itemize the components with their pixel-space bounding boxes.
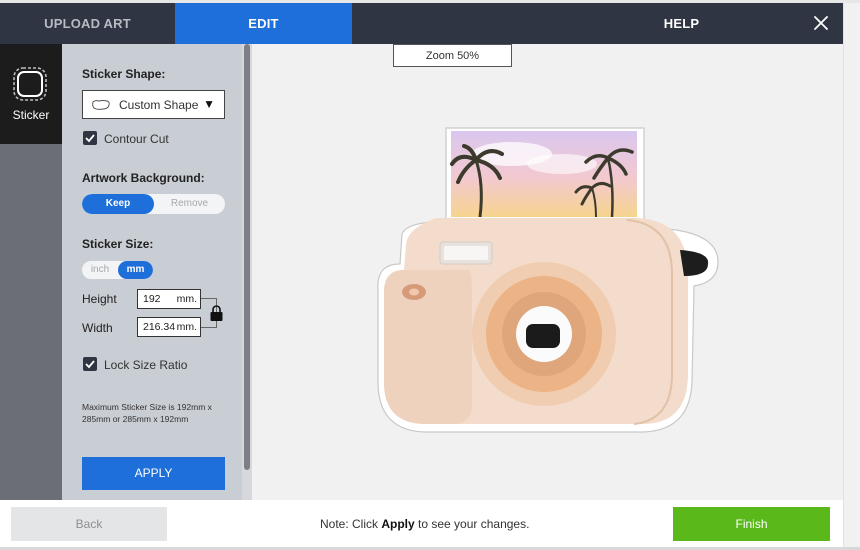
contour-cut-label: Contour Cut [104, 132, 169, 146]
sticker-shape-select[interactable]: Custom Shape ▼ [82, 90, 225, 119]
rail-item-sticker[interactable]: Sticker [0, 44, 62, 144]
width-input[interactable]: 216.34 mm. [137, 317, 201, 337]
tab-edit[interactable]: EDIT [175, 3, 352, 44]
unit-toggle: inch mm [82, 261, 153, 279]
sticker-outline-icon [13, 67, 47, 101]
tab-upload-art[interactable]: UPLOAD ART [0, 3, 175, 44]
background-option-remove[interactable]: Remove [154, 194, 225, 214]
width-value: 216.34 [143, 321, 176, 333]
width-unit: mm. [176, 321, 197, 333]
background-toggle: Keep Remove [82, 194, 225, 214]
height-input[interactable]: 192 mm. [137, 289, 201, 309]
unit-option-mm[interactable]: mm [118, 261, 153, 279]
finish-button[interactable]: Finish [673, 507, 830, 541]
window-scrollbar[interactable] [843, 3, 860, 550]
checkmark-icon [85, 360, 95, 369]
zoom-indicator[interactable]: Zoom 50% [393, 44, 512, 67]
instant-camera-sticker-image[interactable] [372, 124, 722, 436]
lock-size-ratio-label: Lock Size Ratio [104, 358, 188, 372]
note-suffix: to see your changes. [414, 517, 530, 531]
height-label: Height [82, 292, 117, 306]
tab-help[interactable]: HELP [520, 3, 843, 44]
lock-size-ratio-checkbox[interactable] [83, 357, 97, 371]
tool-rail: Sticker [0, 44, 62, 500]
apply-button[interactable]: APPLY [82, 457, 225, 490]
custom-shape-icon [92, 100, 110, 110]
footer-note: Note: Click Apply to see your changes. [320, 517, 529, 531]
lock-icon[interactable] [209, 305, 224, 322]
top-navigation-bar: UPLOAD ART EDIT HELP [0, 3, 843, 44]
width-label: Width [82, 321, 113, 335]
contour-cut-checkbox[interactable] [83, 131, 97, 145]
note-prefix: Note: Click [320, 517, 382, 531]
background-option-keep[interactable]: Keep [82, 194, 154, 214]
checkmark-icon [85, 134, 95, 143]
height-unit: mm. [176, 293, 197, 305]
artwork-background-title: Artwork Background: [82, 171, 205, 185]
rail-item-label: Sticker [12, 108, 50, 122]
back-button[interactable]: Back [11, 507, 167, 541]
unit-option-inch[interactable]: inch [82, 261, 118, 279]
chevron-down-icon: ▼ [203, 97, 215, 111]
close-icon [814, 16, 828, 30]
height-value: 192 [143, 293, 161, 305]
sticker-shape-value: Custom Shape [119, 98, 199, 112]
panel-scrollbar-thumb[interactable] [244, 44, 250, 470]
sticker-shape-title: Sticker Shape: [82, 67, 166, 81]
max-size-note: Maximum Sticker Size is 192mm x 285mm or… [82, 402, 212, 424]
note-bold: Apply [381, 517, 415, 531]
close-button[interactable] [809, 3, 833, 44]
sticker-size-title: Sticker Size: [82, 237, 154, 251]
